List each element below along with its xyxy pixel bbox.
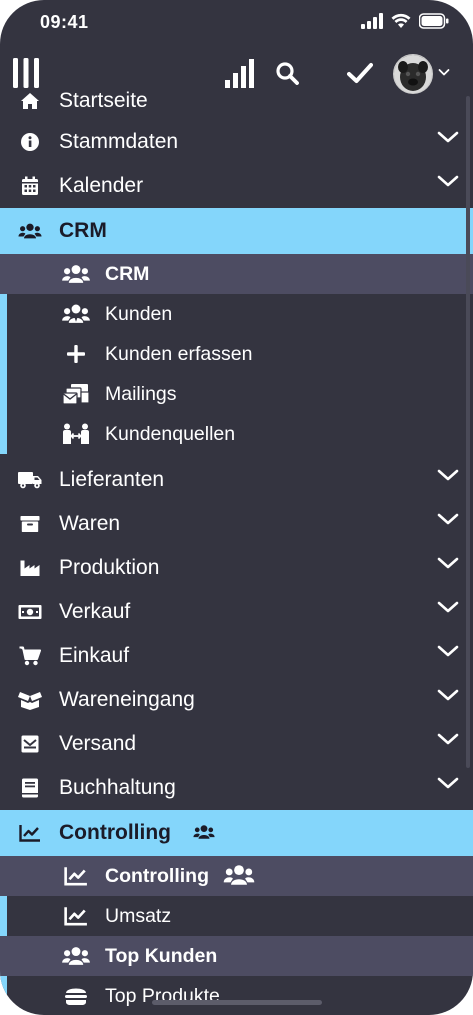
menu-item-label: Verkauf — [59, 600, 131, 623]
plus-icon — [61, 342, 91, 366]
menu-item-lieferanten[interactable]: Lieferanten — [0, 458, 473, 502]
submenu-item-controlling[interactable]: Controlling — [0, 856, 473, 896]
chevron-down-icon — [437, 645, 459, 657]
status-bar: 09:41 — [0, 0, 473, 46]
chart-line-icon — [18, 822, 42, 844]
menu-item-buchhaltung[interactable]: Buchhaltung — [0, 766, 473, 810]
users-icon — [223, 864, 255, 891]
status-time: 09:41 — [40, 12, 89, 32]
menu-item-label: Waren — [59, 512, 121, 535]
menu-item-kalender[interactable]: Kalender — [0, 164, 473, 208]
chevron-down-icon — [437, 131, 459, 143]
menu-item-produktion[interactable]: Produktion — [0, 546, 473, 590]
burger-icon — [61, 984, 91, 1008]
home-icon — [18, 90, 42, 112]
envelope-icon — [18, 733, 42, 755]
submenu-item-mailings[interactable]: Mailings — [0, 374, 473, 414]
users-tie-icon — [61, 302, 91, 326]
menu-item-versand[interactable]: Versand — [0, 722, 473, 766]
chevron-down-icon — [437, 513, 459, 525]
chevron-down-icon — [437, 601, 459, 613]
menu-item-startseite[interactable]: Startseite — [0, 80, 473, 120]
menu-item-label: Kalender — [59, 174, 144, 197]
chevron-down-icon — [437, 777, 459, 789]
cart-icon — [18, 645, 42, 667]
archive-icon — [18, 513, 42, 535]
menu-item-label: Einkauf — [59, 644, 130, 667]
industry-icon — [18, 557, 42, 579]
chevron-down-icon — [437, 469, 459, 481]
submenu-item-label: Kundenquellen — [105, 422, 236, 445]
submenu-item-label: Kunden erfassen — [105, 342, 253, 365]
chevron-down-icon — [437, 689, 459, 701]
menu-item-label: CRM — [59, 219, 107, 242]
menu-item-label: Produktion — [59, 556, 160, 579]
menu-item-crm[interactable]: CRM — [0, 208, 473, 254]
users-icon — [193, 824, 215, 845]
submenu-item-label: Controlling — [105, 864, 209, 887]
phone-screen: 09:41 Startseite Stammdaten Kalender CRM… — [0, 0, 473, 1015]
submenu-item-kunden-erfassen[interactable]: Kunden erfassen — [0, 334, 473, 374]
submenu-item-label: Mailings — [105, 382, 177, 405]
menu-item-label: Controlling — [59, 821, 171, 844]
submenu-item-label: Kunden — [105, 302, 173, 325]
money-icon — [18, 601, 42, 623]
book-icon — [18, 777, 42, 799]
chart-line-icon — [61, 864, 91, 888]
menu-item-label: Buchhaltung — [59, 776, 176, 799]
menu-item-verkauf[interactable]: Verkauf — [0, 590, 473, 634]
status-icons — [361, 13, 449, 29]
submenu-item-label: CRM — [105, 262, 150, 285]
menu-item-label: Versand — [59, 732, 137, 755]
submenu-item-crm[interactable]: CRM — [0, 254, 473, 294]
menu-item-label: Lieferanten — [59, 468, 165, 491]
chevron-down-icon — [438, 69, 450, 76]
menu-item-wareneingang[interactable]: Wareneingang — [0, 678, 473, 722]
menu-item-label: Startseite — [59, 89, 148, 112]
info-icon — [18, 131, 42, 153]
users-icon — [18, 220, 42, 242]
box-open-icon — [18, 689, 42, 711]
chevron-down-icon — [437, 175, 459, 187]
menu-item-label: Wareneingang — [59, 688, 195, 711]
users-icon — [61, 944, 91, 968]
submenu-item-label: Umsatz — [105, 904, 172, 927]
menu-item-controlling[interactable]: Controlling — [0, 810, 473, 856]
cellular-signal-icon — [361, 13, 383, 29]
scrollbar[interactable] — [466, 96, 470, 768]
people-arrows-icon — [61, 422, 91, 446]
battery-icon — [419, 13, 449, 29]
chevron-down-icon — [437, 557, 459, 569]
submenu-item-label: Top Kunden — [105, 944, 218, 967]
calendar-icon — [18, 175, 42, 197]
crm-submenu: CRM Kunden Kunden erfassen Mailings Kund… — [0, 254, 473, 454]
menu-item-label: Stammdaten — [59, 130, 179, 153]
users-icon — [61, 262, 91, 286]
controlling-submenu: Controlling Umsatz Top Kunden Top Produk… — [0, 856, 473, 1015]
menu-item-waren[interactable]: Waren — [0, 502, 473, 546]
truck-icon — [18, 469, 42, 491]
home-indicator — [152, 1000, 322, 1005]
chart-line-icon — [61, 904, 91, 928]
menu-item-einkauf[interactable]: Einkauf — [0, 634, 473, 678]
sidebar-menu: Startseite Stammdaten Kalender CRM CRM K… — [0, 80, 473, 1015]
submenu-item-top-produkte[interactable]: Top Produkte — [0, 976, 473, 1015]
chevron-down-icon — [437, 733, 459, 745]
submenu-item-top-kunden[interactable]: Top Kunden — [0, 936, 473, 976]
wifi-icon — [391, 13, 411, 28]
submenu-item-kundenquellen[interactable]: Kundenquellen — [0, 414, 473, 454]
submenu-item-umsatz[interactable]: Umsatz — [0, 896, 473, 936]
mail-bulk-icon — [61, 382, 91, 406]
submenu-item-kunden[interactable]: Kunden — [0, 294, 473, 334]
menu-item-stammdaten[interactable]: Stammdaten — [0, 120, 473, 164]
